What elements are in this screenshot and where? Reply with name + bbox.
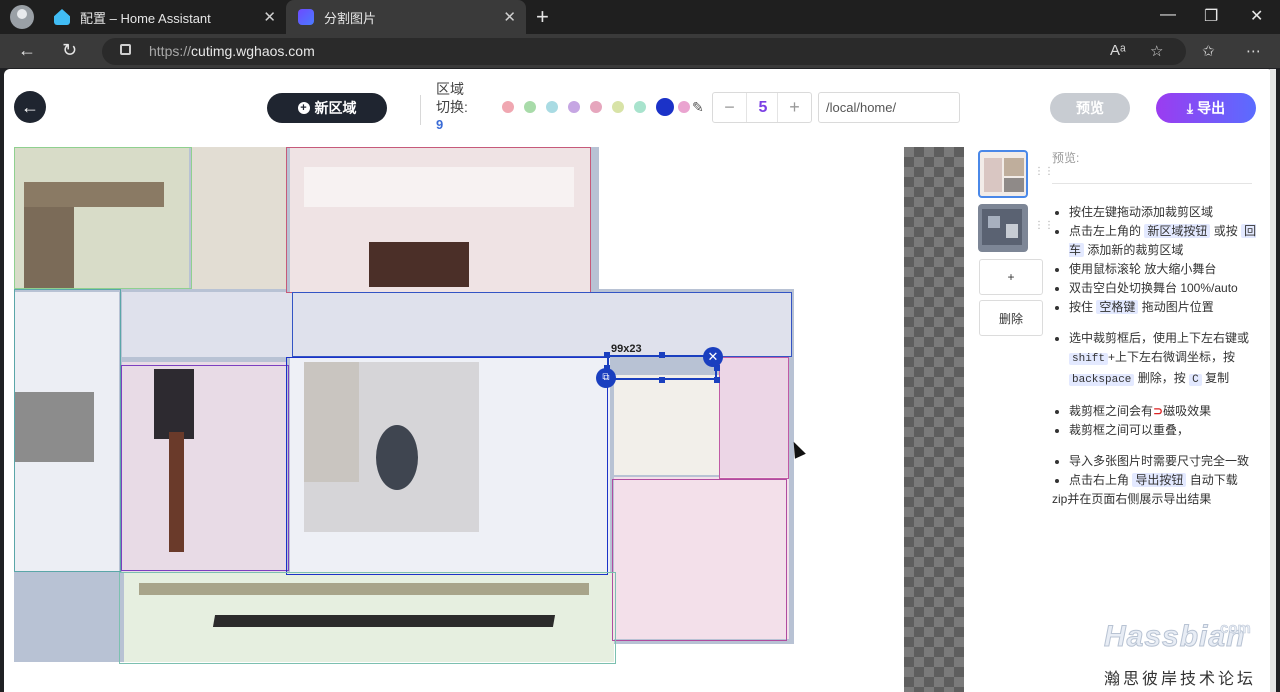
- back-arrow-icon[interactable]: ←: [18, 40, 36, 61]
- region-color-swatch[interactable]: [656, 98, 674, 116]
- tip-item: 按住 空格键 拖动图片位置: [1069, 298, 1262, 317]
- lock-icon[interactable]: [120, 44, 131, 55]
- tip-item: 点击右上角 导出按钮 自动下载: [1069, 471, 1262, 490]
- tab-title: 分割图片: [324, 10, 377, 26]
- region-count: 9: [436, 117, 444, 132]
- increment-button[interactable]: +: [777, 93, 811, 122]
- region-switch-label: 区域 切换:: [436, 81, 468, 115]
- reload-icon[interactable]: ↻: [62, 40, 77, 61]
- export-label: 导出: [1197, 100, 1226, 116]
- plus-circle-icon: +: [297, 102, 310, 114]
- url-text[interactable]: https://cutimg.wghaos.com: [149, 43, 315, 59]
- export-button[interactable]: ⤓ 导出: [1156, 93, 1256, 123]
- tip-item: 使用鼠标滚轮 放大缩小舞台: [1069, 260, 1262, 279]
- drag-handle-icon[interactable]: ⋮⋮: [1034, 220, 1054, 231]
- resize-handle[interactable]: [604, 352, 610, 358]
- tip-item: 按住左键拖动添加裁剪区域: [1069, 203, 1262, 222]
- region-color-swatch[interactable]: [634, 101, 646, 113]
- resize-handle[interactable]: [714, 377, 720, 383]
- app-logo-icon: [298, 9, 314, 25]
- more-menu-icon[interactable]: ⋯: [1246, 42, 1261, 60]
- favorite-star-icon[interactable]: ☆: [1150, 42, 1163, 60]
- help-tips: 按住左键拖动添加裁剪区域 点击左上角的 新区域按钮 或按 回车 添加新的裁剪区域…: [1052, 203, 1262, 509]
- canvas-stage[interactable]: 99x23 ✕ ⧉: [14, 147, 964, 692]
- new-region-button[interactable]: + 新区域: [267, 93, 387, 123]
- step-value[interactable]: 5: [747, 93, 779, 122]
- tab-title: 配置 – Home Assistant: [80, 10, 211, 26]
- add-image-button[interactable]: +: [979, 259, 1043, 295]
- app-page: ← + 新区域 区域 切换: 9 ✎ − 5 + 预览 ⤓ 导出: [4, 69, 1274, 692]
- new-region-label: 新区域: [314, 100, 357, 116]
- tip-item: 导入多张图片时需要尺寸完全一致: [1069, 452, 1262, 471]
- region-color-swatch[interactable]: [546, 101, 558, 113]
- resize-handle[interactable]: [659, 377, 665, 383]
- magnet-icon: ⊃: [1153, 404, 1164, 418]
- tab-cut-image[interactable]: 分割图片 ✕: [286, 0, 526, 34]
- resize-handle[interactable]: [659, 352, 665, 358]
- tab-home-assistant[interactable]: 配置 – Home Assistant ✕: [42, 0, 286, 34]
- tip-item: 点击左上角的 新区域按钮 或按 回车 添加新的裁剪区域: [1069, 222, 1262, 260]
- watermark-subtitle: 瀚思彼岸技术论坛: [1104, 671, 1257, 688]
- color-picker-icon[interactable]: ✎: [692, 99, 704, 116]
- read-aloud-icon[interactable]: Aᵃ: [1110, 42, 1126, 59]
- transparent-area: [904, 147, 964, 692]
- region-color-swatch[interactable]: [524, 101, 536, 113]
- region-color-swatch[interactable]: [678, 101, 690, 113]
- tip-item: 选中裁剪框后，使用上下左右键或 shift+上下左右微调坐标，按 backspa…: [1069, 329, 1262, 390]
- window-close-button[interactable]: ✕: [1250, 6, 1263, 26]
- favorites-icon[interactable]: ✩: [1202, 42, 1215, 60]
- selection-size-label: 99x23: [611, 343, 642, 355]
- new-tab-button[interactable]: +: [536, 4, 549, 30]
- tip-continuation: zip并在页面右侧展示导出结果: [1052, 492, 1212, 506]
- page-scrollbar[interactable]: [1270, 69, 1276, 692]
- thumbnail-2[interactable]: [978, 204, 1028, 252]
- snap-stepper[interactable]: − 5 +: [712, 92, 812, 123]
- watermark-com: com: [1220, 620, 1251, 638]
- toolbar-divider: [420, 95, 421, 125]
- tip-item: 裁剪框之间会有⊃磁吸效果: [1069, 402, 1262, 421]
- path-input[interactable]: [818, 92, 960, 123]
- region-color-swatch[interactable]: [502, 101, 514, 113]
- tab-close-icon[interactable]: ✕: [503, 8, 516, 26]
- decrement-button[interactable]: −: [713, 93, 747, 122]
- tab-close-icon[interactable]: ✕: [263, 8, 276, 26]
- preview-button[interactable]: 预览: [1050, 93, 1130, 123]
- drag-handle-icon[interactable]: ⋮⋮: [1034, 166, 1054, 177]
- copy-crop-icon[interactable]: ⧉: [596, 368, 616, 388]
- tip-item: 双击空白处切换舞台 100%/auto: [1069, 279, 1262, 298]
- region-color-swatch[interactable]: [568, 101, 580, 113]
- home-assistant-icon: [54, 9, 70, 25]
- thumbnail-1[interactable]: [978, 150, 1028, 198]
- delete-image-button[interactable]: 删除: [979, 300, 1043, 336]
- region-color-swatch[interactable]: [590, 101, 602, 113]
- floorplan-image: [14, 147, 799, 667]
- preview-heading: 预览:: [1052, 151, 1080, 165]
- download-icon: ⤓: [1186, 99, 1194, 116]
- region-color-swatch[interactable]: [612, 101, 624, 113]
- restore-button[interactable]: ❐: [1204, 6, 1218, 26]
- back-button[interactable]: ←: [14, 91, 46, 123]
- minimize-button[interactable]: —: [1160, 6, 1176, 24]
- delete-crop-icon[interactable]: ✕: [703, 347, 723, 367]
- divider: [1052, 183, 1252, 184]
- tip-item: 裁剪框之间可以重叠，: [1069, 421, 1262, 440]
- profile-avatar-icon[interactable]: [10, 5, 34, 29]
